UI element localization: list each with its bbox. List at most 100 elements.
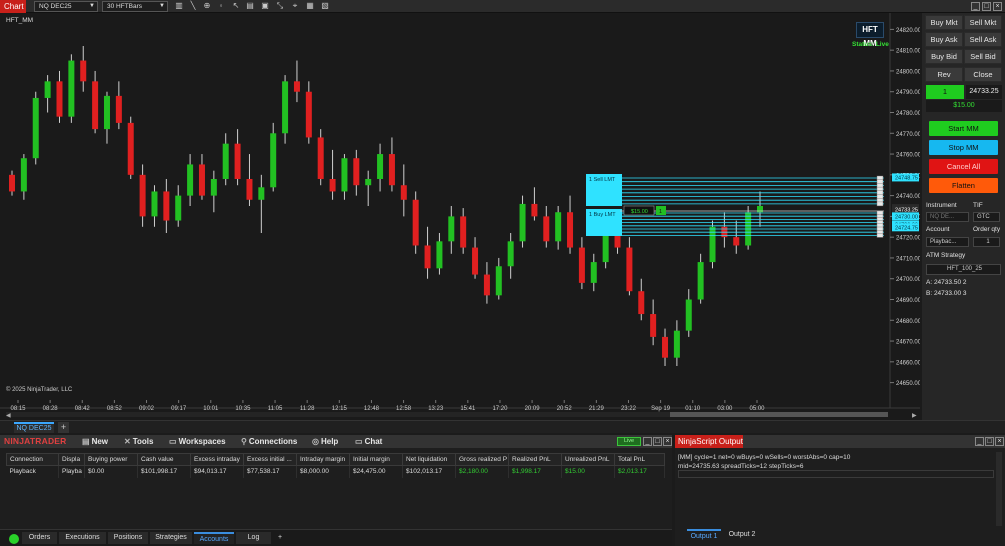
- candle-down: [424, 245, 431, 269]
- time-tick-label: 08:28: [43, 406, 59, 412]
- tab-executions[interactable]: Executions: [59, 532, 106, 544]
- scroll-right-icon: ▶: [912, 413, 917, 419]
- candle-up: [377, 154, 384, 179]
- tab-accounts[interactable]: Accounts: [194, 532, 234, 544]
- output-log[interactable]: [MM] cycle=1 net=0 wBuys=0 wSells=0 wors…: [678, 453, 996, 471]
- price-tick-label: 24710.00: [896, 256, 920, 262]
- ask-line: A: 24733.50 2: [926, 279, 967, 286]
- stop-mm-button[interactable]: Stop MM: [929, 140, 998, 155]
- column-header[interactable]: Net liquidation: [402, 453, 456, 466]
- column-header[interactable]: Unrealized PnL: [561, 453, 615, 466]
- instrument-selector[interactable]: NQ DEC25 ▼: [34, 1, 98, 12]
- tif-select[interactable]: GTC: [973, 212, 1000, 222]
- column-header[interactable]: Excess initial ...: [243, 453, 297, 466]
- close-window-button[interactable]: ×: [993, 2, 1002, 11]
- strategy-icon[interactable]: ⤡: [276, 2, 284, 10]
- candle-up: [151, 191, 158, 217]
- indicators-icon[interactable]: ⌖: [291, 2, 299, 10]
- menu-tools[interactable]: ✕ Tools: [124, 437, 153, 446]
- start-mm-button[interactable]: Start MM: [929, 121, 998, 136]
- maximize-button[interactable]: □: [985, 437, 994, 446]
- close-window-button[interactable]: ×: [663, 437, 672, 446]
- buy-mkt-button[interactable]: Buy Mkt: [925, 15, 963, 30]
- menu-new[interactable]: ▤ New: [82, 437, 108, 446]
- candle-up: [436, 241, 443, 269]
- minimize-button[interactable]: _: [971, 2, 980, 11]
- data-box-icon[interactable]: ▦: [306, 2, 314, 10]
- menu-connections[interactable]: ⚲ Connections: [241, 437, 297, 446]
- maximize-button[interactable]: □: [982, 2, 991, 11]
- time-tick-label: 09:17: [171, 406, 187, 412]
- buy-ask-button[interactable]: Buy Ask: [925, 32, 963, 47]
- minimize-button[interactable]: _: [643, 437, 652, 446]
- column-header[interactable]: Intraday margin: [296, 453, 350, 466]
- table-header-row: Connection Displa Buying power Cash value Ex…: [6, 453, 665, 466]
- output-line: [MM] cycle=1 net=0 wBuys=0 wSells=0 wors…: [678, 454, 851, 461]
- column-header[interactable]: Connection: [6, 453, 59, 466]
- candlestick-chart-svg: 24820.00 24810.00 24800.00 24790.00 24780.00…: [0, 13, 920, 419]
- column-header[interactable]: Buying power: [84, 453, 138, 466]
- add-tab-button[interactable]: +: [58, 422, 69, 433]
- sell-ask-button[interactable]: Sell Ask: [964, 32, 1002, 47]
- instrument-label: Instrument: [926, 202, 957, 209]
- close-position-button[interactable]: Close: [964, 67, 1002, 82]
- workspaces-icon: ▭: [169, 437, 177, 446]
- order-cancel-icon: [876, 233, 884, 238]
- atm-strategy-select[interactable]: HFT_100_25: [926, 264, 1001, 275]
- snapshot-icon[interactable]: ▣: [261, 2, 269, 10]
- tab-orders[interactable]: Orders: [22, 532, 57, 544]
- menu-workspaces[interactable]: ▭ Workspaces: [169, 437, 226, 446]
- account-select[interactable]: Playbac...: [926, 237, 969, 247]
- menu-help[interactable]: ◎ Help: [312, 437, 338, 446]
- tab-nq-dec25[interactable]: NQ DEC25: [14, 422, 54, 433]
- column-header[interactable]: Gross realized P: [455, 453, 509, 466]
- menu-chat[interactable]: ▭ Chat: [355, 437, 382, 446]
- flatten-button[interactable]: Flatten: [929, 178, 998, 193]
- tab-output-2[interactable]: Output 2: [725, 529, 759, 541]
- cancel-all-button[interactable]: Cancel All: [929, 159, 998, 174]
- time-tick-label: 05:00: [749, 406, 765, 412]
- add-tab-button[interactable]: +: [274, 532, 286, 544]
- price-chart[interactable]: 24820.00 24810.00 24800.00 24790.00 24780.00…: [0, 13, 920, 420]
- output-scrollbar[interactable]: [996, 452, 1002, 526]
- table-row[interactable]: Playback Playba $0.00 $101,998.17 $94,013.17…: [6, 465, 665, 478]
- sell-mkt-button[interactable]: Sell Mkt: [964, 15, 1002, 30]
- connection-status-indicator[interactable]: Live: [617, 437, 641, 446]
- bar-type-selector[interactable]: 30 HFTBars ▼: [102, 1, 168, 12]
- chart-trader-icon[interactable]: ▧: [321, 2, 329, 10]
- tab-output-1[interactable]: Output 1: [687, 529, 721, 541]
- reverse-button[interactable]: Rev: [925, 67, 963, 82]
- column-header[interactable]: Total PnL: [614, 453, 665, 466]
- tab-log[interactable]: Log: [236, 532, 271, 544]
- maximize-button[interactable]: □: [653, 437, 662, 446]
- column-header[interactable]: Cash value: [137, 453, 191, 466]
- column-header[interactable]: Excess intraday: [190, 453, 244, 466]
- order-cancel-icon: [876, 179, 884, 184]
- hft-mm-logo: HFT MM: [856, 22, 884, 48]
- pointer-icon[interactable]: ↖: [232, 2, 240, 10]
- table-cell: Playba: [58, 465, 85, 478]
- column-header[interactable]: Realized PnL: [508, 453, 562, 466]
- zoom-icon[interactable]: ⊕: [203, 2, 211, 10]
- properties-icon[interactable]: ▤: [246, 2, 254, 10]
- minimize-button[interactable]: _: [975, 437, 984, 446]
- instrument-field[interactable]: NQ DE...: [926, 212, 969, 222]
- draw-line-icon[interactable]: ╲: [189, 2, 197, 10]
- tab-strategies[interactable]: Strategies: [150, 532, 192, 544]
- ninjascript-output-panel: [MM] cycle=1 net=0 wBuys=0 wSells=0 wors…: [675, 448, 1005, 546]
- search-icon[interactable]: ◦: [217, 2, 225, 10]
- buy-bid-button[interactable]: Buy Bid: [925, 49, 963, 64]
- column-header[interactable]: Initial margin: [349, 453, 403, 466]
- chart-window-tab[interactable]: Chart: [0, 0, 26, 13]
- chevron-down-icon: ▼: [89, 3, 95, 9]
- sell-bid-button[interactable]: Sell Bid: [964, 49, 1002, 64]
- close-window-button[interactable]: ×: [995, 437, 1004, 446]
- control-center-menu: NINJATRADER ▤ New ✕ Tools ▭ Workspaces ⚲ Con…: [0, 435, 672, 448]
- ninjascript-output-title[interactable]: NinjaScript Output: [675, 435, 743, 448]
- order-qty-stepper[interactable]: 1: [973, 237, 1000, 247]
- column-header[interactable]: Displa: [58, 453, 85, 466]
- candle-down: [198, 164, 205, 196]
- tab-positions[interactable]: Positions: [108, 532, 148, 544]
- candle-down: [483, 274, 490, 296]
- bars-icon[interactable]: ▥: [175, 2, 183, 10]
